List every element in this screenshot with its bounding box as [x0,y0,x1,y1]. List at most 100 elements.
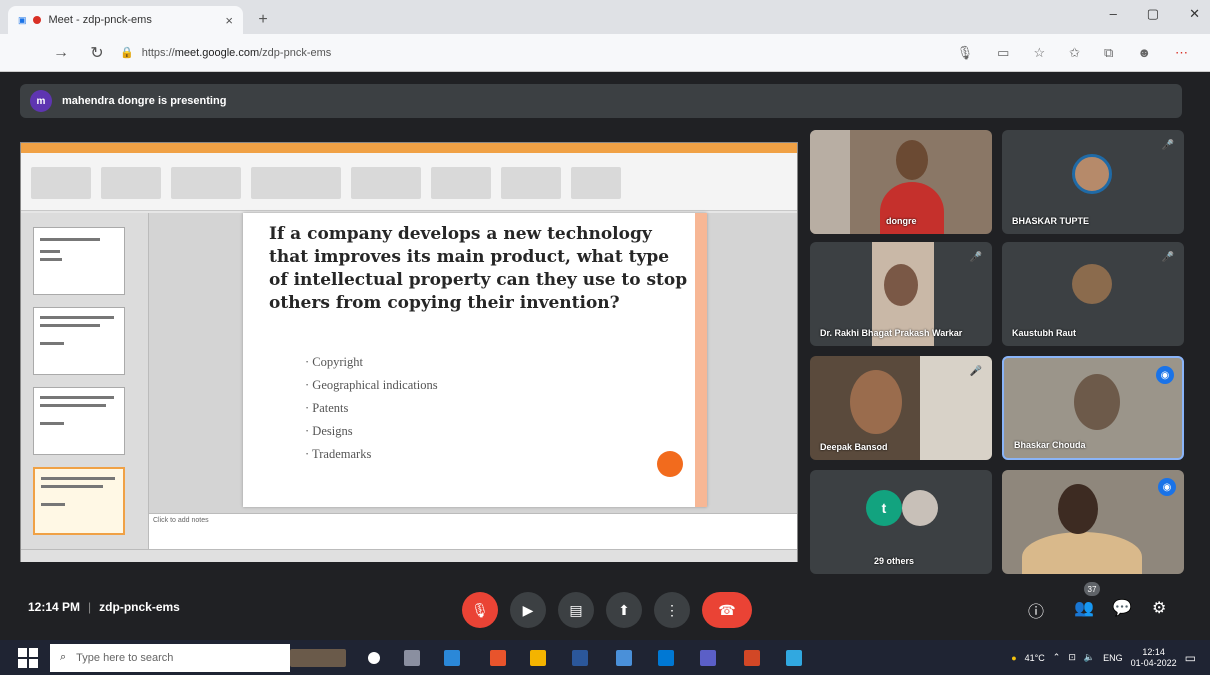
participant-tile[interactable]: 🎤 Kaustubh Raut [1002,242,1184,346]
end-call-button[interactable]: ☎ [702,592,752,628]
thumb-line [40,316,114,319]
notifications-icon[interactable]: ▭ [1185,651,1196,665]
video-person-head [850,370,902,434]
captions-button[interactable]: ▤ [558,592,594,628]
weather-icon[interactable]: ● [1011,653,1016,663]
participant-tile[interactable]: 🎤 Dr. Rakhi Bhagat Prakash Warkar [810,242,992,346]
others-tile[interactable]: t 29 others [810,470,992,574]
refresh-icon[interactable]: ↻ [84,40,110,66]
camera-button[interactable]: ▶ [510,592,546,628]
slide-accent-bar [695,213,707,507]
others-avatar [902,490,938,526]
participant-tile[interactable]: 🎤 Deepak Bansod [810,356,992,460]
tab-close-button[interactable]: × [225,13,233,28]
back-arrow-icon[interactable]: → [48,40,74,66]
edge-app-icon[interactable] [444,650,460,666]
muted-mic-icon: 🎤 [969,366,982,377]
app-icon[interactable] [490,650,506,666]
present-button[interactable]: ⬆ [606,592,642,628]
more-options-button[interactable]: ⋮ [654,592,690,628]
mic-off-icon: 🎙 [471,601,489,618]
taskbar-clock[interactable]: 12:14 01-04-2022 [1131,647,1177,669]
tab-title: Meet - zdp-pnck-ems [48,14,152,26]
shared-screen: If a company develops a new technology t… [20,142,798,562]
browser-tab[interactable]: ▣ Meet - zdp-pnck-ems × [8,6,243,34]
language-indicator[interactable]: ENG [1103,653,1123,663]
captions-icon: ▤ [569,601,583,618]
window-controls: – ▢ ✕ [1110,6,1200,22]
chrome-app-icon[interactable] [530,650,546,666]
chat-icon[interactable]: 💬 [1112,598,1132,618]
answer-options: · Copyright · Geographical indications ·… [305,351,438,466]
more-icon[interactable]: ⋯ [1175,45,1188,61]
ribbon-group [251,167,341,199]
teams-app-icon[interactable] [700,650,716,666]
meeting-info: 12:14 PM | zdp-pnck-ems [28,600,180,614]
muted-mic-icon: 🎤 [969,252,982,263]
url-prefix: https:// [141,46,175,59]
url-field[interactable]: 🔒 https:// meet.google.com /zdp-pnck-ems [120,40,540,66]
option-item: · Patents [305,401,349,415]
collections-icon[interactable]: ⧉ [1104,45,1113,61]
powerpoint-app-icon[interactable] [744,650,760,666]
presenter-avatar: m [30,90,52,112]
activities-icon[interactable]: ⚙ [1152,598,1166,618]
task-view-icon[interactable] [404,650,420,666]
microphone-button[interactable]: 🎙 [462,592,498,628]
cast-icon[interactable]: ▭ [997,45,1009,61]
video-background [810,130,850,234]
others-avatar: t [866,490,902,526]
file-explorer-icon[interactable] [572,650,588,666]
muted-mic-icon: 🎤 [1161,252,1174,263]
notes-pane[interactable]: Click to add notes [149,513,797,549]
maximize-button[interactable]: ▢ [1147,6,1159,22]
new-tab-button[interactable]: + [249,6,277,34]
slide-question: If a company develops a new technology t… [269,224,688,313]
tray-arrow-icon[interactable]: ⌃ [1053,652,1061,663]
ribbon-group [171,167,241,199]
star-icon[interactable]: ☆ [1033,45,1045,61]
volume-icon[interactable]: 🔈 [1084,652,1095,663]
others-count: 29 others [874,556,915,566]
app-icon[interactable] [786,650,802,666]
slide-thumbnail[interactable] [33,387,125,455]
info-icon[interactable]: ⓘ [1028,598,1044,622]
participant-avatar [1072,264,1112,304]
participant-tile[interactable]: 🎤 BHASKAR TUPTE [1002,130,1184,234]
ribbon-group [31,167,91,199]
minimize-button[interactable]: – [1110,6,1117,22]
participant-tile[interactable]: dongre [810,130,992,234]
meet-control-bar: 12:14 PM | zdp-pnck-ems 🎙 ▶ ▤ ⬆ ⋮ ☎ ⓘ 37 👥… [10,580,1200,640]
slide-thumbnail-pane [21,213,149,549]
thumb-line [40,238,100,241]
people-icon[interactable]: 👥 [1074,598,1094,618]
option-item: · Geographical indications [305,378,438,392]
taskbar-search-input[interactable]: ⌕ Type here to search [50,643,290,672]
participant-tile[interactable]: ◉ [1002,470,1184,574]
meet-stage: m mahendra dongre is presenting If a com… [10,72,1200,640]
slide-canvas: If a company develops a new technology t… [149,213,797,513]
mic-icon[interactable]: 🎙 [957,45,974,61]
slide-thumbnail-selected[interactable] [33,467,125,535]
slide-thumbnail[interactable] [33,227,125,295]
speaking-indicator-icon: ◉ [1156,366,1174,384]
bookmark-icon[interactable]: ✩ [1069,45,1080,61]
profile-icon[interactable]: ☻ [1137,45,1151,61]
windows-start-icon[interactable] [18,647,38,668]
option-item: · Trademarks [305,447,372,461]
ribbon-group [101,167,161,199]
slide-thumbnail[interactable] [33,307,125,375]
presenting-text: mahendra dongre is presenting [62,95,227,107]
store-app-icon[interactable] [616,650,632,666]
mail-app-icon[interactable] [658,650,674,666]
close-window-button[interactable]: ✕ [1189,6,1200,22]
camera-icon: ▶ [522,601,534,618]
extension-toolbar: 🎙 ▭ ☆ ✩ ⧉ ☻ ⋯ [957,45,1188,61]
cortana-icon[interactable] [368,652,380,664]
clock-date: 01-04-2022 [1130,657,1177,668]
participant-name: Deepak Bansod [820,442,888,452]
participant-avatar [1072,154,1112,194]
network-icon[interactable]: ⊡ [1068,652,1076,663]
clock-time: 12:14 [1142,646,1165,657]
participant-tile-active-speaker[interactable]: ◉ Bhaskar Chouda [1002,356,1184,460]
